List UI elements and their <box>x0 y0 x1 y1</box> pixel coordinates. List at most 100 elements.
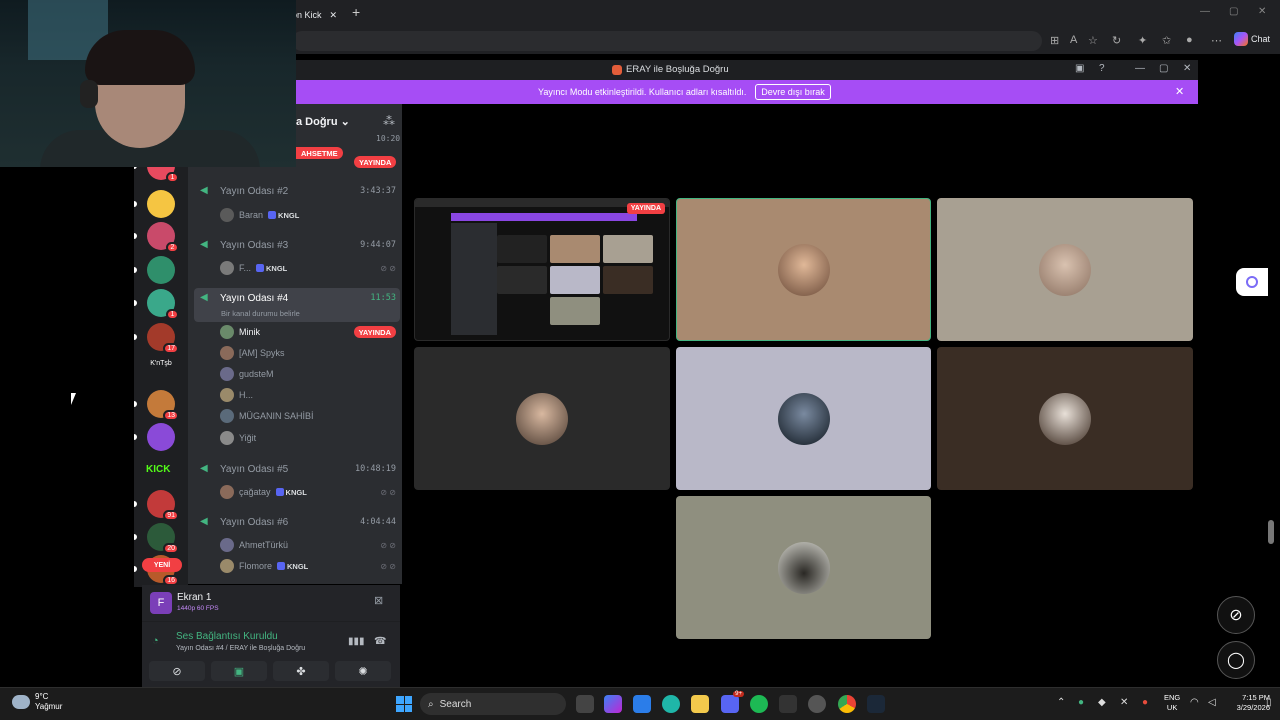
webcam-overlay <box>0 0 296 167</box>
kick-server-icon[interactable]: KICK <box>146 464 170 475</box>
server-name: a Doğru <box>296 116 338 128</box>
discord-app-icon[interactable]: 9+ <box>721 691 744 713</box>
server-icon[interactable] <box>147 423 175 451</box>
participant-tile[interactable] <box>414 347 670 490</box>
apps-icon[interactable]: ⊞ <box>1050 34 1059 47</box>
banner-close-icon[interactable]: ✕ <box>1175 85 1184 98</box>
voice-user[interactable]: H... <box>220 387 396 403</box>
server-icon[interactable]: 13 <box>147 390 179 421</box>
microphone-icon[interactable]: ● <box>1142 697 1148 708</box>
participant-tile[interactable] <box>676 347 931 490</box>
stop-share-icon[interactable]: ⊠ <box>374 594 383 607</box>
page-scrollbar[interactable] <box>1268 520 1274 544</box>
tray-overflow-icon[interactable]: ⌃ <box>1057 697 1065 708</box>
participant-tile-speaking[interactable] <box>676 198 931 341</box>
extensions-icon[interactable]: ✦ <box>1138 34 1147 47</box>
voice-user[interactable]: MÜGANIN SAHİBİ <box>220 408 396 424</box>
close-tab-icon[interactable]: ✕ <box>330 10 338 21</box>
server-icon[interactable]: 20 <box>147 523 179 554</box>
channel-status[interactable]: Bir kanal durumu belirle <box>221 309 300 318</box>
store-icon[interactable] <box>633 695 651 713</box>
disable-streamer-mode-button[interactable]: Devre dışı bırak <box>755 84 831 100</box>
chat-off-icon[interactable]: ⊘ <box>1217 596 1255 634</box>
voice-user[interactable]: çağatay KNGL ⊘ ⊘ <box>220 484 396 500</box>
server-icon[interactable] <box>147 256 175 284</box>
participant-tile[interactable] <box>937 198 1193 341</box>
voice-user[interactable]: Baran KNGL <box>220 207 396 223</box>
volume-icon[interactable]: ◁ <box>1208 697 1216 708</box>
voice-user[interactable]: Yiğit <box>220 430 396 446</box>
stream-tile[interactable]: YAYINDA <box>414 198 670 341</box>
spotify-icon[interactable] <box>750 695 768 713</box>
voice-channel[interactable]: ◀ Yayın Odası #4 11:53 <box>200 289 396 307</box>
task-view-icon[interactable] <box>576 695 594 713</box>
voice-channel[interactable]: ◀ Yayın Odası #5 10:48:19 <box>200 460 396 478</box>
server-icon[interactable] <box>147 190 175 218</box>
maximize-icon[interactable]: ▢ <box>1229 6 1238 17</box>
server-text-icon[interactable]: K'nTşb <box>147 360 175 367</box>
steam-icon[interactable] <box>867 695 885 713</box>
voice-user[interactable]: Flomore KNGL ⊘ ⊘ <box>220 558 396 574</box>
app-icon[interactable] <box>808 695 826 713</box>
signal-icon[interactable]: ◔ <box>152 635 159 647</box>
voice-user[interactable]: AhmetTürkü ⊘ ⊘ <box>220 537 396 553</box>
browser-tab[interactable]: on Kick ✕ <box>292 4 346 26</box>
tray-status-icon[interactable]: ● <box>1078 697 1084 708</box>
server-icon[interactable]: 91 <box>147 490 179 521</box>
obs-icon[interactable] <box>779 695 797 713</box>
invite-people-icon[interactable]: ⁂ <box>383 114 395 128</box>
voice-channel[interactable]: ◀ Yayın Odası #6 4:04:44 <box>200 513 396 531</box>
file-explorer-icon[interactable] <box>691 695 709 713</box>
help-icon[interactable]: ? <box>1099 63 1105 74</box>
noise-suppression-icon[interactable]: ▮▮▮ <box>348 636 365 647</box>
minimize-icon[interactable]: — <box>1200 6 1210 17</box>
server-icon[interactable]: 1 <box>147 289 179 320</box>
copilot-app-icon[interactable] <box>604 695 622 713</box>
disconnect-icon[interactable]: ☎ <box>374 636 386 647</box>
edge-icon[interactable] <box>662 695 680 713</box>
more-menu-icon[interactable]: ⋯ <box>1211 34 1222 47</box>
weather-widget[interactable]: 9°C Yağmur <box>12 692 62 712</box>
system-clock[interactable]: 7:15 PM 3/29/2026 <box>1230 693 1270 713</box>
discord-maximize-icon[interactable]: ▢ <box>1159 63 1168 74</box>
voice-user[interactable]: F... KNGL ⊘ ⊘ <box>220 260 396 276</box>
discord-close-icon[interactable]: ✕ <box>1183 63 1191 74</box>
chrome-icon[interactable] <box>838 695 856 713</box>
voice-user[interactable]: [AM] Spyks <box>220 345 396 361</box>
profile-icon[interactable]: ● <box>1186 34 1193 46</box>
address-bar[interactable] <box>292 31 1042 51</box>
notification-icon[interactable]: ▯ <box>1266 697 1272 708</box>
new-tab-button[interactable]: + <box>352 4 360 20</box>
windows-start-icon[interactable] <box>396 696 412 712</box>
voice-user[interactable]: gudsteM <box>220 366 396 382</box>
participant-tile[interactable] <box>937 347 1193 490</box>
chat-bubble-icon[interactable]: ◯ <box>1217 641 1255 679</box>
screen-share-icon[interactable]: ▣ <box>1075 63 1084 74</box>
refresh-icon[interactable]: ↻ <box>1112 34 1121 47</box>
participant-tile[interactable] <box>676 496 931 639</box>
copilot-chat-button[interactable]: Chat <box>1234 32 1270 46</box>
close-window-icon[interactable]: ✕ <box>1258 6 1266 17</box>
tray-steam-icon[interactable]: ◆ <box>1098 697 1106 708</box>
tray-app-icon[interactable]: ✕ <box>1120 697 1128 708</box>
language-indicator[interactable]: ENG UK <box>1164 693 1180 713</box>
read-aloud-icon[interactable]: A <box>1070 34 1077 46</box>
server-icon[interactable]: 2 <box>147 222 179 253</box>
server-name-header[interactable]: a Doğru ⌄ <box>296 115 350 128</box>
voice-user[interactable]: Minik YAYINDA <box>220 324 396 340</box>
voice-status-title[interactable]: Ses Bağlantısı Kuruldu <box>176 631 278 642</box>
new-unreads-pill[interactable]: YENİ <box>142 558 182 572</box>
camera-toggle-button[interactable]: ⊘ <box>149 661 205 681</box>
voice-channel[interactable]: ◀ Yayın Odası #2 3:43:37 <box>200 182 396 200</box>
discord-minimize-icon[interactable]: — <box>1135 63 1145 74</box>
favorites-icon[interactable]: ✩ <box>1162 34 1171 47</box>
taskbar-search[interactable]: ⌕ Search <box>420 693 566 715</box>
activities-button[interactable]: ✤ <box>273 661 329 681</box>
server-icon[interactable]: 17 <box>147 323 179 354</box>
channel-name: Yayın Odası #4 <box>220 292 289 304</box>
wifi-icon[interactable]: ◠ <box>1190 697 1199 708</box>
soundboard-button[interactable]: ✺ <box>335 661 391 681</box>
share-screen-button[interactable]: ▣ <box>211 661 267 681</box>
voice-channel[interactable]: ◀ Yayın Odası #3 9:44:07 <box>200 236 396 254</box>
favorite-star-icon[interactable]: ☆ <box>1088 34 1098 47</box>
